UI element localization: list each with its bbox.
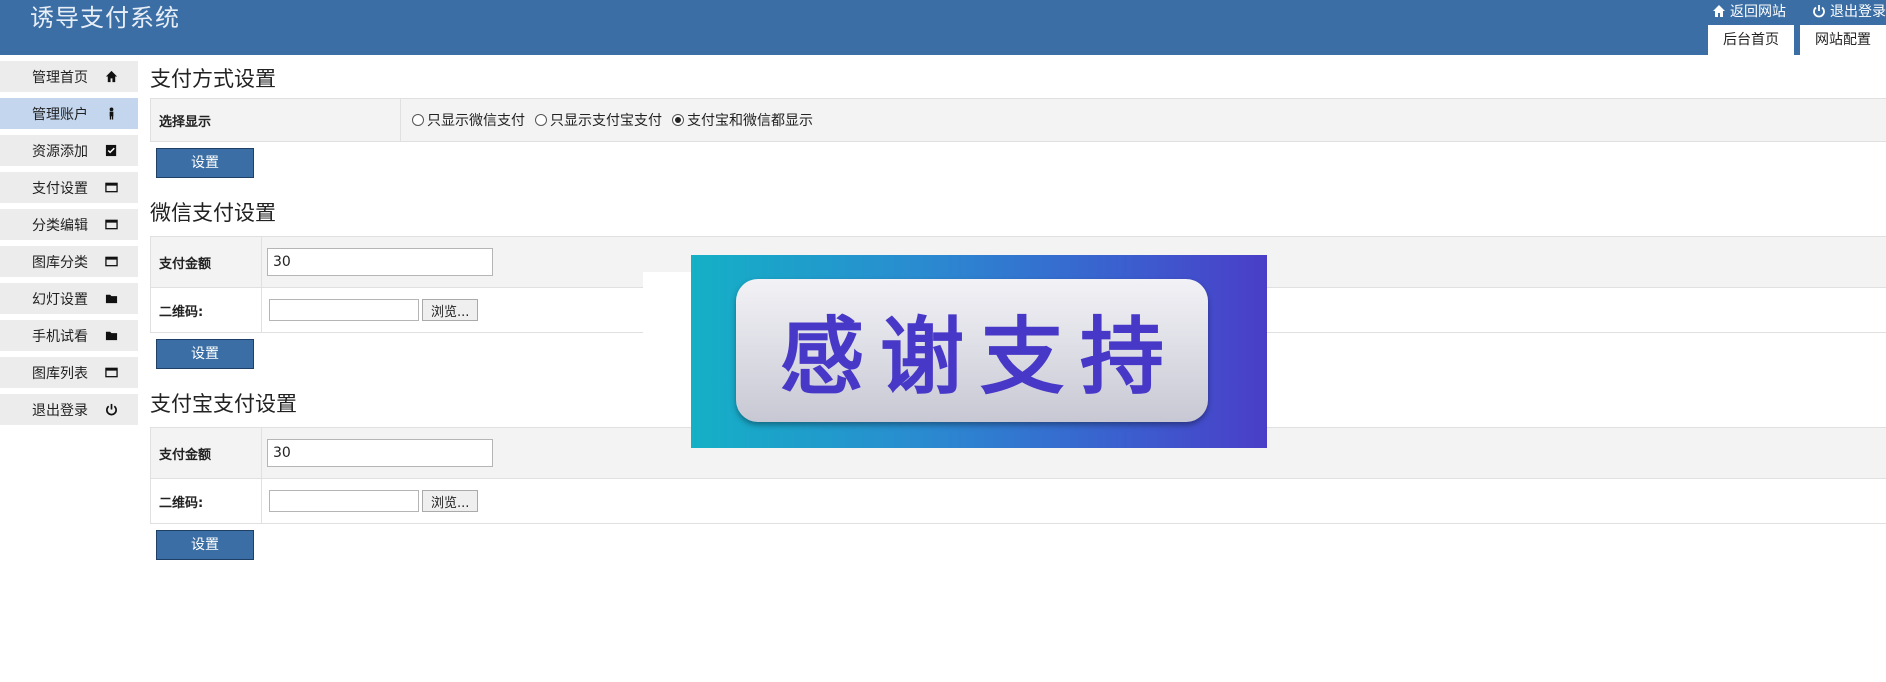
sidebar-item-label: 退出登录 [32,402,88,419]
display-option-row: 选择显示 只显示微信支付 只显示支付宝支付 支付宝和微信都显示 [151,99,1886,142]
top-tabs: 后台首页 网站配置 [1708,25,1886,55]
sidebar-item-mobile-preview[interactable]: 手机试看 [0,320,138,351]
sidebar-item-label: 手机试看 [32,328,88,345]
sidebar-item-admin-home[interactable]: 管理首页 [0,61,138,92]
banner-text: 感谢支持 [779,307,1180,406]
display-option-label: 选择显示 [151,99,401,141]
window-icon [104,181,118,195]
alipay-qr-label: 二维码: [151,479,262,523]
wechat-qr-browse-button[interactable]: 浏览... [422,299,479,321]
thanks-banner-image: 感谢支持 [691,255,1267,448]
banner-backdrop [643,272,691,336]
radio-circle[interactable] [412,114,424,126]
sidebar-item-label: 管理首页 [32,69,88,86]
top-links: 返回网站 退出登录 [1712,1,1886,21]
wechat-qr-label: 二维码: [151,288,262,332]
power-icon [104,403,118,417]
wechat-amount-label: 支付金额 [151,237,262,287]
radio-circle[interactable] [535,114,547,126]
payment-method-table: 选择显示 只显示微信支付 只显示支付宝支付 支付宝和微信都显示 [150,98,1886,142]
folder-icon [104,329,118,343]
sidebar-item-label: 幻灯设置 [32,291,88,308]
wechat-settings-title: 微信支付设置 [150,201,276,225]
sidebar-item-label: 支付设置 [32,180,88,197]
alipay-amount-label: 支付金额 [151,428,262,478]
alipay-qr-file-field[interactable] [269,490,419,512]
radio-wechat-only[interactable]: 只显示微信支付 [412,110,525,130]
app-title: 诱导支付系统 [30,4,180,32]
wechat-submit-button[interactable]: 设置 [156,339,254,369]
home-icon [1713,5,1725,17]
alipay-submit-button[interactable]: 设置 [156,530,254,560]
payment-method-title: 支付方式设置 [150,67,276,91]
window-icon [104,366,118,380]
window-icon [104,218,118,232]
tab-admin-home[interactable]: 后台首页 [1708,25,1794,55]
document-edit-icon [104,144,118,158]
sidebar-item-gallery-list[interactable]: 图库列表 [0,357,138,388]
wechat-amount-input[interactable] [267,248,493,276]
folder-icon [104,292,118,306]
sidebar-item-category-edit[interactable]: 分类编辑 [0,209,138,240]
radio-label: 只显示微信支付 [427,113,525,129]
sidebar-item-label: 分类编辑 [32,217,88,234]
radio-circle-checked[interactable] [672,114,684,126]
radio-both[interactable]: 支付宝和微信都显示 [672,110,813,130]
sidebar-item-label: 图库列表 [32,365,88,382]
alipay-qr-row: 二维码: 浏览... [151,479,1886,524]
home-icon [104,70,118,84]
radio-alipay-only[interactable]: 只显示支付宝支付 [535,110,662,130]
top-header: 诱导支付系统 返回网站 退出登录 后台首页 网站配置 [0,0,1886,55]
window-icon [104,255,118,269]
return-site-label: 返回网站 [1730,4,1786,20]
sidebar-item-payment-settings[interactable]: 支付设置 [0,172,138,203]
logout-label: 退出登录 [1830,4,1886,20]
sidebar: 管理首页 管理账户 资源添加 支付设置 分类编辑 图库分类 幻灯设置 手机试看 … [0,61,138,431]
sidebar-item-gallery-category[interactable]: 图库分类 [0,246,138,277]
user-icon [104,107,118,121]
sidebar-item-slideshow-settings[interactable]: 幻灯设置 [0,283,138,314]
logout-link[interactable]: 退出登录 [1812,1,1886,21]
alipay-qr-browse-button[interactable]: 浏览... [422,490,479,512]
sidebar-item-resource-add[interactable]: 资源添加 [0,135,138,166]
sidebar-item-label: 图库分类 [32,254,88,271]
return-site-link[interactable]: 返回网站 [1712,1,1786,21]
radio-label: 只显示支付宝支付 [550,113,662,129]
power-icon [1813,5,1825,18]
display-option-radios: 只显示微信支付 只显示支付宝支付 支付宝和微信都显示 [401,99,823,141]
sidebar-item-label: 资源添加 [32,143,88,160]
sidebar-item-logout[interactable]: 退出登录 [0,394,138,425]
radio-label: 支付宝和微信都显示 [687,113,813,129]
tab-site-config[interactable]: 网站配置 [1800,25,1886,55]
wechat-qr-file-field[interactable] [269,299,419,321]
payment-method-submit-button[interactable]: 设置 [156,148,254,178]
alipay-amount-input[interactable] [267,439,493,467]
banner-plate: 感谢支持 [736,279,1208,422]
sidebar-item-label: 管理账户 [32,106,88,123]
sidebar-item-manage-account[interactable]: 管理账户 [0,98,138,129]
